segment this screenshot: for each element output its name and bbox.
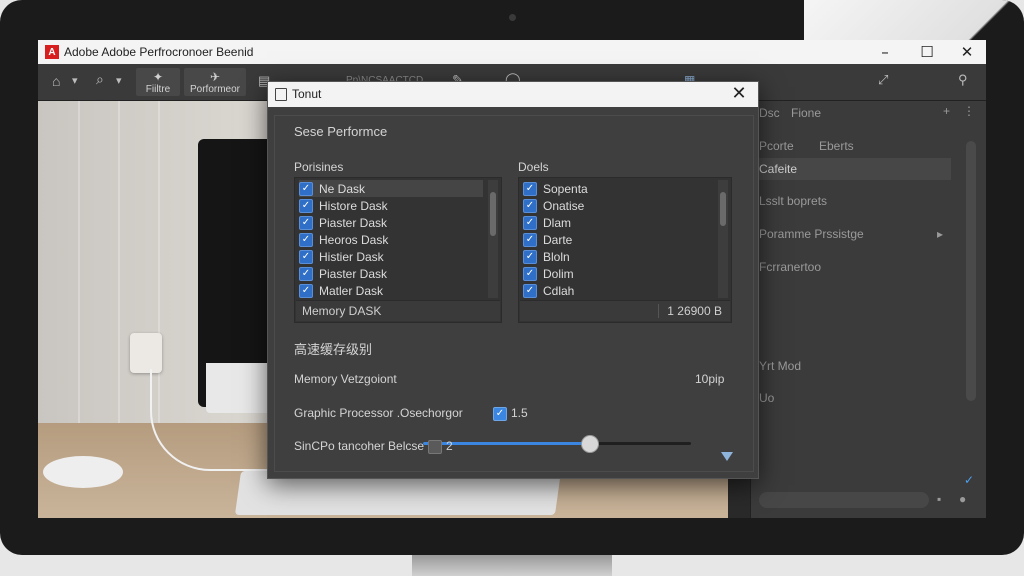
panel-item[interactable]: Cafeite (759, 162, 797, 176)
performance-button[interactable]: ✈ Porformeor (184, 68, 246, 96)
graphic-processor-value: 1.5 (511, 406, 528, 420)
list-item[interactable]: ✓ Histore Dask (299, 197, 388, 214)
scroll-down-arrow-icon[interactable] (721, 452, 733, 461)
monitor-stand (412, 555, 612, 576)
list-footer: Memory DASK (296, 300, 500, 321)
checkbox[interactable]: ✓ (523, 249, 537, 264)
panel-tab[interactable]: Dsc (759, 106, 780, 120)
dialog-titlebar: Tonut ✕ (268, 82, 758, 107)
checkbox[interactable]: ✓ (523, 266, 537, 281)
checkbox[interactable]: ✓ (299, 181, 313, 196)
adobe-logo-icon: A (45, 45, 59, 59)
panel-item[interactable]: Pcorte (759, 139, 794, 153)
list-item[interactable]: ✓ Dolim (523, 265, 574, 282)
minimize-button[interactable]: – (864, 40, 906, 64)
checkbox[interactable]: ✓ (523, 181, 537, 196)
list-item[interactable]: ✓ Piaster Dask (299, 265, 387, 282)
graphic-processor-label: Graphic Processor .Osechorgor (294, 406, 463, 420)
left-disk-list[interactable]: ✓ Ne Dask ✓ Histore Dask ✓ Piaster Dask ✓ He… (294, 177, 502, 323)
right-details-list[interactable]: ✓ Sopenta ✓ Onatise ✓ Dlam ✓ Darte ✓ Bloln (518, 177, 732, 323)
panel-tab[interactable]: Fione (791, 106, 821, 120)
checkbox[interactable]: ✓ (299, 249, 313, 264)
list-item[interactable]: ✓ Onatise (523, 197, 584, 214)
photo-outlet (130, 333, 162, 373)
app-title: Adobe Adobe Perfrocronoer Beenid (64, 45, 254, 59)
performance-dialog: Tonut ✕ Sese Performce Porisines ✓ Ne Das… (267, 81, 759, 479)
left-list-header: Porisines (294, 160, 344, 174)
checkbox[interactable]: ✓ (523, 215, 537, 230)
expand-icon[interactable]: ⤢ (878, 72, 888, 88)
filters-button[interactable]: ✦ Fiiltre (136, 68, 180, 96)
dialog-close-button[interactable]: ✕ (728, 83, 750, 105)
list-scrollbar[interactable] (718, 180, 728, 298)
app-titlebar: A Adobe Adobe Perfrocronoer Beenid – ☐ ✕ (38, 40, 986, 64)
checkbox[interactable]: ✓ (299, 215, 313, 230)
more-icon[interactable]: ⋮ (963, 104, 975, 118)
maximize-button[interactable]: ☐ (906, 40, 948, 64)
performance-icon: ✈ (209, 70, 221, 84)
performance-label: Porformeor (189, 84, 240, 95)
panel-item[interactable]: Yrt Mod (759, 359, 801, 373)
dialog-title: Tonut (292, 87, 322, 101)
dialog-body: Sese Performce Porisines ✓ Ne Dask ✓ Histo… (274, 115, 754, 472)
list-item[interactable]: ✓ Cdlah (523, 282, 574, 299)
panel-item[interactable]: Poramme Prssistge (759, 227, 864, 241)
screen: A Adobe Adobe Perfrocronoer Beenid – ☐ ✕… (38, 40, 986, 518)
list-item[interactable]: ✓ Dlam (523, 214, 571, 231)
home-icon[interactable]: ⌂ (52, 73, 60, 89)
panel-item[interactable]: Eberts (819, 139, 854, 153)
chevron-down-icon[interactable]: ▾ (72, 74, 78, 87)
add-icon[interactable]: + (943, 104, 950, 118)
panel-scrollbar[interactable] (966, 141, 976, 401)
checkbox[interactable]: ✓ (299, 232, 313, 247)
check-icon[interactable]: ✓ (964, 473, 974, 487)
section-title: Sese Performce (294, 124, 388, 139)
chevron-right-icon[interactable]: ▸ (937, 227, 943, 241)
graphic-processor-checkbox[interactable]: ✓ (493, 407, 507, 421)
close-window-button[interactable]: ✕ (946, 40, 986, 64)
pin-icon[interactable]: ⚲ (958, 72, 968, 88)
panel-item[interactable]: Uo (759, 391, 774, 405)
right-list-header: Doels (518, 160, 549, 174)
checkbox[interactable]: ✓ (299, 283, 313, 298)
checkbox[interactable]: ✓ (299, 266, 313, 281)
list-footer: 1 26900 B (520, 300, 730, 321)
webcam (509, 14, 516, 21)
list-scrollbar[interactable] (488, 180, 498, 298)
photo-mouse (43, 456, 123, 488)
sindo-value: 2 (446, 439, 453, 453)
sindo-checkbox[interactable] (428, 440, 442, 454)
list-item[interactable]: ✓ Sopenta (523, 180, 588, 197)
search-icon[interactable]: ⌕ (96, 71, 104, 88)
panel-item[interactable]: Lsslt boprets (759, 194, 827, 208)
memory-value: 10pip (695, 372, 725, 386)
list-item[interactable]: ✓ Histier Dask (299, 248, 384, 265)
monitor-bezel: A Adobe Adobe Perfrocronoer Beenid – ☐ ✕… (0, 0, 1024, 555)
memory-slider[interactable] (423, 435, 691, 453)
list-item[interactable]: ✓ Heoros Dask (299, 231, 388, 248)
filter-icon: ✦ (152, 70, 164, 84)
memory-slider-handle[interactable] (581, 435, 600, 453)
checkbox[interactable]: ✓ (523, 232, 537, 247)
comment-icon[interactable]: ● (959, 492, 966, 506)
filters-label: Fiiltre (145, 84, 171, 95)
list-item[interactable]: ✓ Ne Dask (299, 180, 483, 197)
panel-item[interactable]: Fcrranertoo (759, 260, 821, 274)
right-panel: Dsc Fione + ⋮ Pcorte Eberts Cafeite Lssl… (750, 101, 986, 518)
cache-level-heading: 高速缓存级别 (294, 342, 373, 357)
list-item[interactable]: ✓ Matler Dask (299, 282, 383, 299)
dialog-icon (275, 88, 287, 101)
checkbox[interactable]: ✓ (523, 283, 537, 298)
list-item[interactable]: ✓ Piaster Dask (299, 214, 387, 231)
list-item[interactable]: ✓ Darte (523, 231, 572, 248)
panel-bottom-bar[interactable] (759, 492, 929, 508)
chevron-down-icon[interactable]: ▾ (116, 74, 122, 87)
checkbox[interactable]: ✓ (299, 198, 313, 213)
memory-label: Memory Vetzgoiont (294, 372, 397, 386)
sindo-label: SinCPo tancoher Belcse (294, 439, 425, 453)
list-item[interactable]: ✓ Bloln (523, 248, 570, 265)
trash-icon[interactable]: ▪ (937, 492, 941, 506)
checkbox[interactable]: ✓ (523, 198, 537, 213)
